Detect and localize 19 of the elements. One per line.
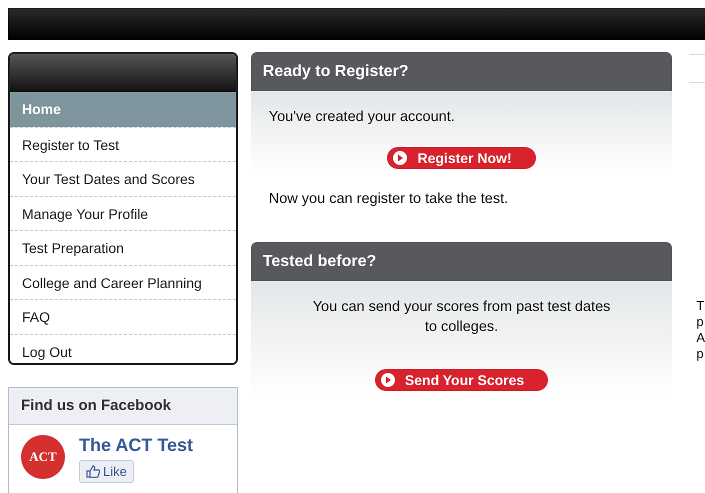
panel-title: Tested before? [250, 242, 672, 282]
thumbs-up-icon [86, 465, 100, 478]
register-button[interactable]: Register Now! [387, 147, 536, 169]
send-scores-button[interactable]: Send Your Scores [374, 369, 548, 392]
cut-off-text: p [696, 346, 705, 362]
cut-off-text: p [696, 314, 705, 330]
cut-off-text: A [696, 330, 705, 346]
widget-title: Find us on Facebook [9, 388, 237, 425]
logo: ACT [21, 435, 65, 479]
panel-text: You can send your scores from past test dates to colleges. [312, 298, 612, 338]
menu-item[interactable]: Log Out [10, 334, 236, 363]
panel-text: You've created your account. [268, 108, 456, 127]
panel-title: Ready to Register? [250, 52, 672, 91]
cut-off-text: T [696, 298, 705, 314]
panel-text: Now you can register to take the test. [268, 190, 510, 209]
page-link[interactable]: The ACT Test [79, 435, 194, 456]
play-icon [393, 151, 408, 165]
play-icon [380, 373, 395, 388]
like-button[interactable]: Like [79, 460, 134, 483]
